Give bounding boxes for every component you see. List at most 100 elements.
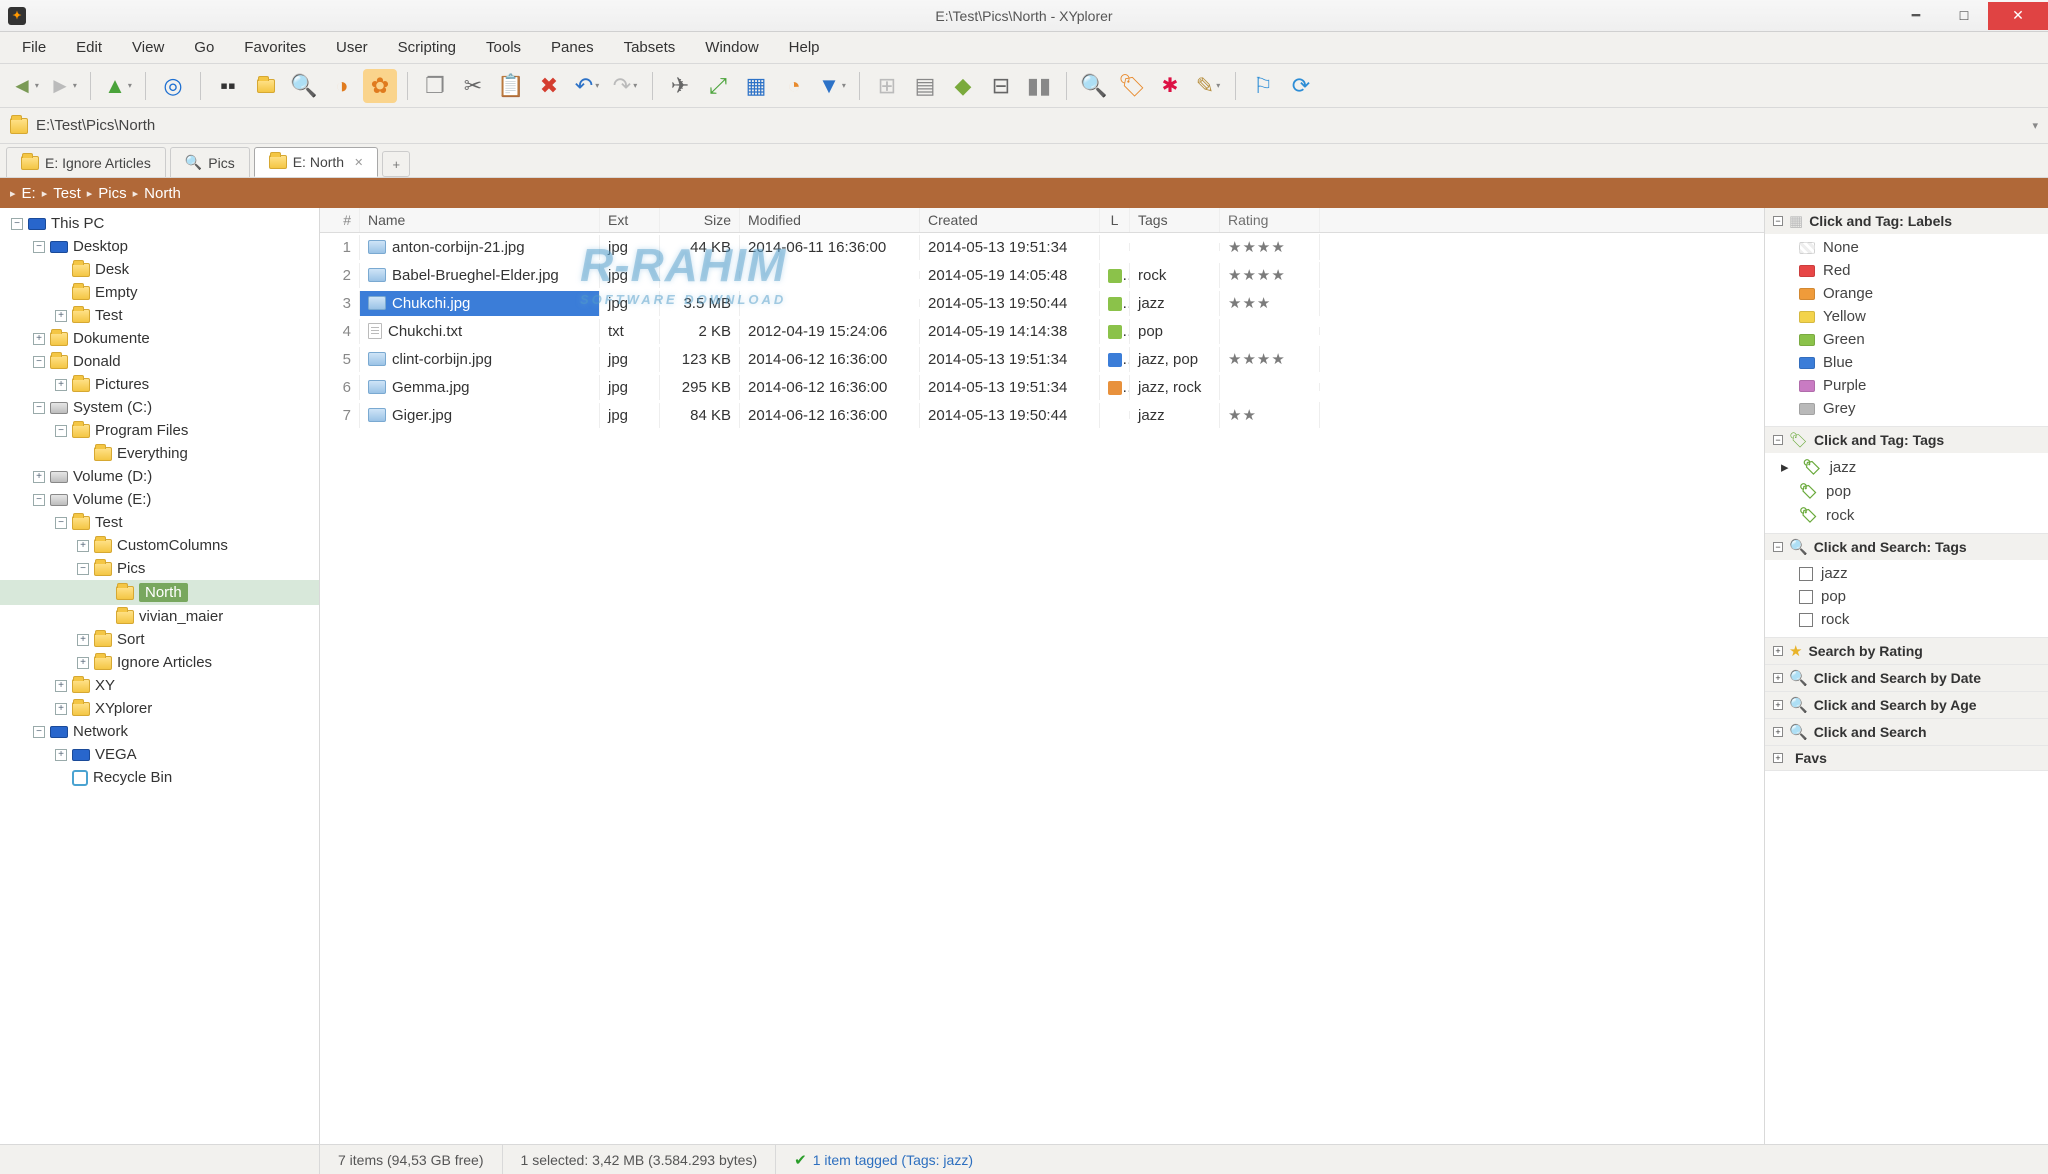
calendar-button[interactable]: ▤ bbox=[908, 69, 942, 103]
tree-toggle[interactable]: + bbox=[55, 749, 67, 761]
list-header[interactable]: #NameExtSizeModifiedCreatedLTagsRating bbox=[320, 208, 1764, 233]
label-item[interactable]: None bbox=[1795, 236, 2048, 259]
tree-item[interactable]: −Donald bbox=[0, 350, 319, 373]
zoom-in-button[interactable]: ⤢ bbox=[701, 69, 735, 103]
checkbox[interactable] bbox=[1799, 613, 1813, 627]
tree-item[interactable]: +XY bbox=[0, 674, 319, 697]
tree-toggle[interactable]: − bbox=[33, 402, 45, 414]
column-header[interactable]: L bbox=[1100, 208, 1130, 232]
label-item[interactable]: Yellow bbox=[1795, 305, 2048, 328]
flag-button[interactable]: ⚐ bbox=[1246, 69, 1280, 103]
label-item[interactable]: Blue bbox=[1795, 351, 2048, 374]
panel-button[interactable]: ▦ bbox=[739, 69, 773, 103]
tree-item[interactable]: +Sort bbox=[0, 628, 319, 651]
undo-button[interactable]: ↶▾ bbox=[570, 69, 604, 103]
close-button[interactable]: ✕ bbox=[1988, 2, 2048, 30]
panel-section-header[interactable]: +🔍Click and Search bbox=[1765, 719, 2048, 745]
tree-item[interactable]: −Test bbox=[0, 511, 319, 534]
redo-button[interactable]: ↷▾ bbox=[608, 69, 642, 103]
panel-section-header[interactable]: −🏷Click and Tag: Tags bbox=[1765, 427, 2048, 453]
column-header[interactable]: Modified bbox=[740, 208, 920, 232]
breadcrumb-item[interactable]: North bbox=[144, 185, 181, 202]
tree-toggle[interactable]: − bbox=[55, 517, 67, 529]
tree-toggle[interactable]: + bbox=[77, 540, 89, 552]
catalog-panel[interactable]: −▦Click and Tag: LabelsNoneRedOrangeYell… bbox=[1764, 208, 2048, 1144]
checkbox[interactable] bbox=[1799, 567, 1813, 581]
tree-item[interactable]: +Dokumente bbox=[0, 327, 319, 350]
tree-toggle[interactable]: + bbox=[77, 657, 89, 669]
breadcrumb-item[interactable]: Pics bbox=[98, 185, 126, 202]
tree-item[interactable]: Recycle Bin bbox=[0, 766, 319, 789]
panel-section-header[interactable]: +🔍Click and Search by Age bbox=[1765, 692, 2048, 718]
tree-item[interactable]: −This PC bbox=[0, 212, 319, 235]
column-header[interactable]: Size bbox=[660, 208, 740, 232]
label-item[interactable]: Red bbox=[1795, 259, 2048, 282]
column-header[interactable]: Ext bbox=[600, 208, 660, 232]
label-item[interactable]: Purple bbox=[1795, 374, 2048, 397]
tree-item[interactable]: North bbox=[0, 580, 319, 605]
tree-toggle[interactable]: + bbox=[77, 634, 89, 646]
file-list[interactable]: R-RAHIMSOFTWARE DOWNLOAD #NameExtSizeMod… bbox=[320, 208, 1764, 1144]
menu-user[interactable]: User bbox=[324, 35, 380, 60]
breadcrumb-item[interactable]: E: bbox=[22, 185, 36, 202]
label-item[interactable]: Grey bbox=[1795, 397, 2048, 420]
menu-window[interactable]: Window bbox=[693, 35, 770, 60]
menu-scripting[interactable]: Scripting bbox=[386, 35, 468, 60]
tree-item[interactable]: −Pics bbox=[0, 557, 319, 580]
column-header[interactable]: Rating bbox=[1220, 208, 1320, 232]
tab-add-button[interactable]: + bbox=[382, 151, 410, 177]
tree-item[interactable]: +Volume (D:) bbox=[0, 465, 319, 488]
file-row[interactable]: 5clint-corbijn.jpgjpg123 KB2014-06-12 16… bbox=[320, 345, 1764, 373]
tree-toggle[interactable]: − bbox=[33, 726, 45, 738]
toggle-icon[interactable]: − bbox=[1773, 216, 1783, 226]
tree-toggle[interactable]: + bbox=[33, 333, 45, 345]
search-tag-item[interactable]: jazz bbox=[1795, 562, 2048, 585]
tree-toggle[interactable]: + bbox=[33, 471, 45, 483]
tree-toggle[interactable]: − bbox=[77, 563, 89, 575]
file-row[interactable]: 7Giger.jpgjpg84 KB2014-06-12 16:36:00201… bbox=[320, 401, 1764, 429]
tree-item[interactable]: vivian_maier bbox=[0, 605, 319, 628]
tab[interactable]: 🔍Pics bbox=[170, 147, 250, 177]
tag-item[interactable]: 🏷pop bbox=[1795, 479, 2048, 503]
search-tag-item[interactable]: rock bbox=[1795, 608, 2048, 631]
tree-toggle[interactable]: + bbox=[55, 703, 67, 715]
tree-toggle[interactable]: − bbox=[55, 425, 67, 437]
tree-toggle[interactable]: + bbox=[55, 680, 67, 692]
toggle-icon[interactable]: + bbox=[1773, 727, 1783, 737]
tree-item[interactable]: +XYplorer bbox=[0, 697, 319, 720]
cut-button[interactable]: ✂ bbox=[456, 69, 490, 103]
toggle-icon[interactable]: + bbox=[1773, 673, 1783, 683]
search-tag-item[interactable]: pop bbox=[1795, 585, 2048, 608]
tree-item[interactable]: Everything bbox=[0, 442, 319, 465]
menu-tools[interactable]: Tools bbox=[474, 35, 533, 60]
tree-item[interactable]: −Network bbox=[0, 720, 319, 743]
tree-item[interactable]: +Ignore Articles bbox=[0, 651, 319, 674]
tree-item[interactable]: −Program Files bbox=[0, 419, 319, 442]
tree-item[interactable]: −System (C:) bbox=[0, 396, 319, 419]
open-button[interactable] bbox=[249, 69, 283, 103]
label-item[interactable]: Orange bbox=[1795, 282, 2048, 305]
forward-button[interactable]: ►▾ bbox=[46, 69, 80, 103]
tree-item[interactable]: −Desktop bbox=[0, 235, 319, 258]
tree-toggle[interactable]: − bbox=[11, 218, 23, 230]
up-button[interactable]: ▲▾ bbox=[101, 69, 135, 103]
panel-section-header[interactable]: −▦Click and Tag: Labels bbox=[1765, 208, 2048, 234]
preview-button[interactable]: ◑ bbox=[325, 69, 359, 103]
file-row[interactable]: 3Chukchi.jpgjpg3.5 MB2014-05-13 19:50:44… bbox=[320, 289, 1764, 317]
tree-toggle[interactable]: − bbox=[33, 241, 45, 253]
chart-button[interactable]: ◔ bbox=[777, 69, 811, 103]
tree-toggle[interactable]: + bbox=[55, 379, 67, 391]
tree-toggle[interactable]: − bbox=[33, 494, 45, 506]
select-button[interactable]: ⊞ bbox=[870, 69, 904, 103]
menu-view[interactable]: View bbox=[120, 35, 176, 60]
address-bar[interactable]: E:\Test\Pics\North ▾ bbox=[0, 108, 2048, 144]
address-dropdown-icon[interactable]: ▾ bbox=[2032, 119, 2038, 132]
panel-section-header[interactable]: +🔍Click and Search by Date bbox=[1765, 665, 2048, 691]
file-row[interactable]: 2Babel-Brueghel-Elder.jpgjpg2014-05-19 1… bbox=[320, 261, 1764, 289]
toggle-icon[interactable]: − bbox=[1773, 435, 1783, 445]
back-button[interactable]: ◄▾ bbox=[8, 69, 42, 103]
dual-button[interactable]: ▮▮ bbox=[1022, 69, 1056, 103]
catalog-button[interactable]: ✿ bbox=[363, 69, 397, 103]
breadcrumb-item[interactable]: Test bbox=[53, 185, 81, 202]
copy-button[interactable]: ❐ bbox=[418, 69, 452, 103]
